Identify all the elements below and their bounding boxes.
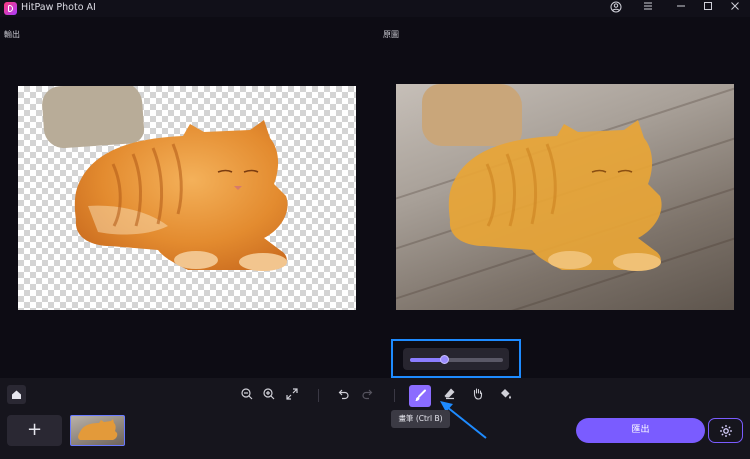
hand-tool-button[interactable] [466,385,488,407]
zoom-out-button[interactable] [236,385,258,407]
original-panel-label: 原圖 [383,30,399,39]
menu-icon[interactable] [641,1,655,15]
hand-icon [473,388,482,400]
undo-icon [338,389,349,400]
close-icon[interactable] [728,1,742,15]
undo-button[interactable] [333,385,355,407]
zoom-in-icon [263,388,275,400]
paint-bucket-icon [500,389,511,399]
eraser-icon [444,388,454,400]
cat-photo-image [448,120,662,271]
home-button[interactable] [7,385,26,404]
brush-tooltip: 畫筆 (Ctrl B) [391,410,450,428]
brush-icon [415,389,426,401]
fit-screen-button[interactable] [281,385,303,407]
output-panel-label: 輸出 [4,30,20,39]
title-bar: HitPaw Photo AI [0,0,750,17]
minimize-icon[interactable] [674,1,688,15]
brush-tool-button[interactable] [409,385,431,407]
fit-screen-icon [286,388,298,400]
brush-size-thumb[interactable] [440,355,449,364]
export-settings-button[interactable] [708,418,743,443]
toolbar-divider-2 [394,389,395,402]
brush-size-track-fill [410,358,444,362]
original-canvas[interactable] [396,84,734,310]
maximize-icon[interactable] [701,1,715,15]
image-thumbnail[interactable] [70,415,125,446]
zoom-out-icon [241,388,253,400]
redo-icon [362,389,373,400]
app-title: HitPaw Photo AI [21,2,96,13]
fill-tool-button[interactable] [494,385,516,407]
redo-button[interactable] [356,385,378,407]
eraser-tool-button[interactable] [438,385,460,407]
cat-cutout-image [74,120,288,271]
user-circle-icon[interactable] [609,1,623,15]
gear-icon [719,425,732,437]
add-image-button[interactable]: + [7,415,62,446]
toolbar-divider [318,389,319,402]
export-button[interactable]: 匯出 [576,418,705,443]
app-logo [4,2,17,15]
output-canvas[interactable] [18,86,356,310]
home-icon [12,390,21,399]
zoom-in-button[interactable] [258,385,280,407]
